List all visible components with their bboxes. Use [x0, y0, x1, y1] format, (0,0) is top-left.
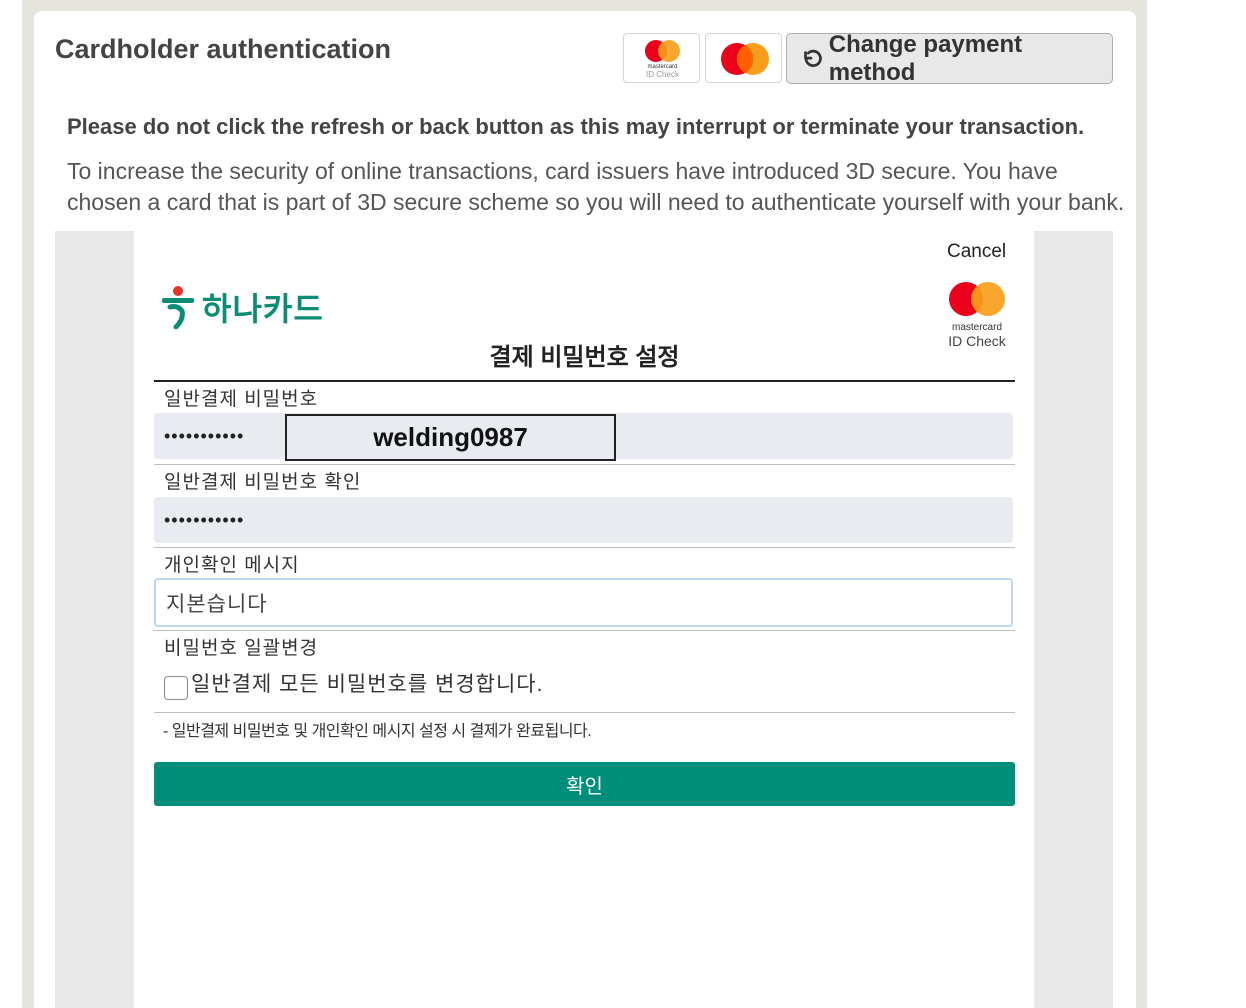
- cancel-link[interactable]: Cancel: [947, 241, 1006, 263]
- personal-message-input[interactable]: 지본습니다: [154, 578, 1013, 627]
- completion-note: - 일반결제 비밀번호 및 개인확인 메시지 설정 시 결제가 완료됩니다.: [163, 723, 592, 740]
- page-title: Cardholder authentication: [55, 34, 392, 64]
- mastercard-id-check-logo: mastercard ID Check: [623, 33, 700, 83]
- password-confirm-input[interactable]: •••••••••••: [154, 497, 1013, 543]
- change-payment-method-button[interactable]: Change payment method: [786, 30, 1113, 86]
- hana-symbol-icon: [162, 286, 194, 329]
- mastercard-icon: [721, 43, 769, 75]
- refresh-icon: [804, 49, 822, 67]
- mastercard-badge-icon: [949, 282, 1005, 316]
- divider: [154, 464, 1015, 465]
- personal-message-label: 개인확인 메시지: [164, 555, 300, 576]
- password-confirm-label: 일반결제 비밀번호 확인: [164, 472, 362, 493]
- bulk-change-label: 비밀번호 일괄변경: [164, 638, 319, 659]
- divider: [154, 712, 1015, 713]
- hana-card-logo: 하나카드: [158, 284, 324, 330]
- password-confirm-value: •••••••••••: [164, 509, 245, 530]
- password-value: •••••••••••: [164, 425, 245, 446]
- bulk-change-checkbox-label[interactable]: 일반결제 모든 비밀번호를 변경합니다.: [191, 668, 543, 698]
- mastercard-badge-word: mastercard: [951, 322, 1002, 333]
- personal-message-value: 지본습니다: [166, 592, 268, 616]
- id-check-word: ID Check: [646, 70, 679, 79]
- form-top-divider: [154, 380, 1015, 382]
- password-overlay-annotation: welding0987: [285, 414, 616, 461]
- password-label: 일반결제 비밀번호: [164, 389, 319, 410]
- hana-card-name: 하나카드: [202, 291, 324, 327]
- change-payment-method-label: Change payment method: [828, 30, 1023, 86]
- divider: [154, 630, 1015, 631]
- info-text: To increase the security of online trans…: [67, 158, 1125, 215]
- confirm-button[interactable]: 확인: [154, 762, 1015, 806]
- divider: [154, 547, 1015, 548]
- bulk-change-checkbox[interactable]: [164, 676, 188, 700]
- mastercard-logo: [705, 33, 782, 83]
- warning-text: Please do not click the refresh or back …: [67, 114, 1085, 139]
- form-title: 결제 비밀번호 설정: [489, 344, 680, 371]
